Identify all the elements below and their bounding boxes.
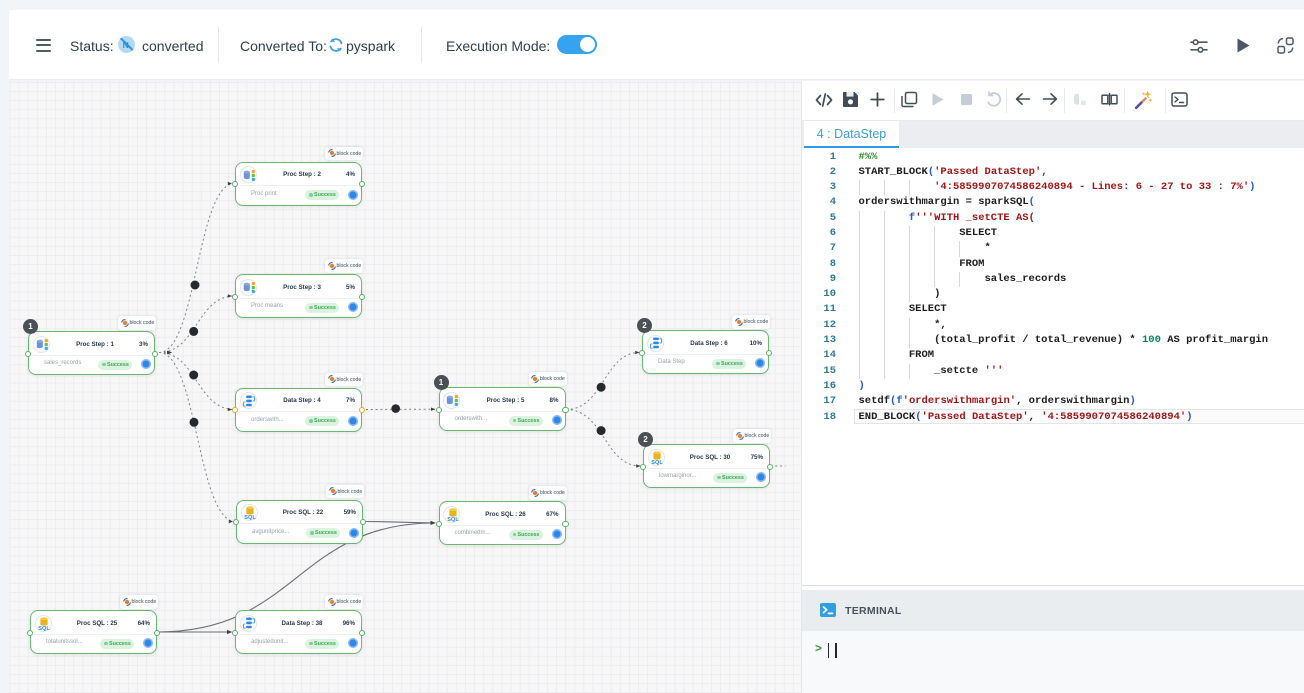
- svg-text:SQL: SQL: [244, 515, 256, 521]
- svg-text:SQL: SQL: [651, 460, 663, 466]
- svg-text:SQL: SQL: [38, 626, 50, 632]
- svg-text:SQL: SQL: [447, 517, 459, 523]
